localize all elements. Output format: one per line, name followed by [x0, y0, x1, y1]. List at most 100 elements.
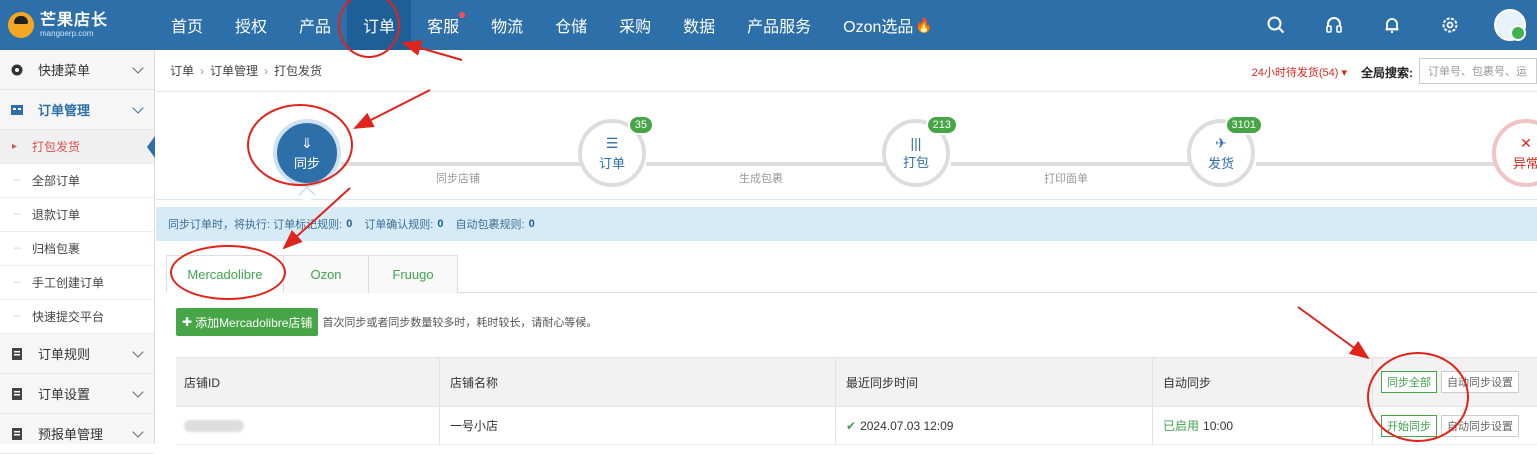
crumb-sep: › [264, 63, 269, 78]
crumb-orders[interactable]: 订单 [170, 62, 194, 79]
annotation-circle [170, 245, 286, 300]
user-avatar[interactable] [1479, 0, 1537, 50]
gear-icon[interactable] [1421, 0, 1479, 50]
nav-ozon-label: Ozon选品 [843, 19, 914, 36]
sync-tip: 首次同步或者同步数量较多时，耗时较长，请耐心等候。 [322, 317, 598, 329]
nav-warehouse[interactable]: 仓储 [539, 0, 603, 50]
sidebar-order-rules-label: 订单规则 [38, 347, 91, 362]
step-pack-label: 打包 [902, 155, 929, 170]
logo[interactable]: 芒果店长 mangoerp.com [0, 0, 155, 50]
col-last-sync: 最近同步时间 [835, 358, 1152, 406]
chevron-down-icon [132, 426, 144, 438]
bell-icon[interactable] [1363, 0, 1421, 50]
step-orders[interactable]: 35 ☰ 订单 [578, 115, 654, 187]
table-row: 一号小店 ✔ 2024.07.03 12:09 已启用 10:00 开始同步 自动同… [176, 407, 1537, 445]
flow-link-gen-package[interactable]: 生成包裹 [739, 170, 783, 186]
toolbar: ✚ 添加Mercadolibre店铺 首次同步或者同步数量较多时，耗时较长，请耐心… [176, 308, 597, 336]
chevron-down-icon [132, 346, 144, 358]
crumb-sep: › [200, 63, 205, 78]
avatar [1494, 9, 1526, 41]
nav-data[interactable]: 数据 [667, 0, 731, 50]
nav-service[interactable]: 客服 [411, 0, 475, 50]
order-icon [10, 103, 24, 117]
pending-text: 24小时待发货(54) [1251, 67, 1339, 79]
global-search-input[interactable]: 订单号、包裹号、运 [1419, 58, 1537, 84]
last-sync-cell: ✔ 2024.07.03 12:09 [835, 407, 1152, 444]
sidebar-item-archived[interactable]: 归档包裹 [0, 232, 154, 266]
sidebar-quick-menu[interactable]: 快捷菜单 [0, 50, 154, 90]
flame-icon: 🔥 [915, 16, 933, 33]
auto-sync-time: 10:00 [1203, 418, 1234, 433]
col-auto-sync: 自动同步 [1152, 358, 1372, 406]
sidebar-item-manual-create[interactable]: 手工创建订单 [0, 266, 154, 300]
barcode-icon: ||| [910, 135, 922, 151]
chevron-down-icon [132, 62, 144, 74]
nav-product-service[interactable]: 产品服务 [731, 0, 827, 50]
presale-icon [10, 427, 24, 441]
sidebar-presale[interactable]: 预报单管理 [0, 414, 154, 454]
step-orders-label: 订单 [598, 155, 625, 171]
nav-ozon-selection[interactable]: Ozon选品 🔥 [827, 0, 949, 50]
logo-icon [8, 12, 34, 38]
check-icon: ✔ [846, 418, 857, 433]
col-shop-id: 店铺ID [184, 375, 221, 390]
flow-link-print-label[interactable]: 打印面单 [1044, 170, 1088, 186]
notification-dot [459, 12, 466, 18]
sidebar: 快捷菜单 订单管理 打包发货 全部订单 退款订单 归档包裹 手工创建订单 快速提… [0, 50, 155, 454]
crumb-pack-ship: 打包发货 [274, 64, 323, 78]
sidebar-item-pack-ship[interactable]: 打包发货 [0, 130, 155, 164]
info-rule1-value: 0 [346, 218, 353, 230]
order-flow: 同步店铺 生成包裹 打印面单 ⇓ 同步 35 ☰ 订单 213 ||| 打包 3… [156, 92, 1537, 204]
nav-auth[interactable]: 授权 [219, 0, 283, 50]
search-icon[interactable] [1247, 0, 1305, 50]
add-shop-button[interactable]: ✚ 添加Mercadolibre店铺 [176, 308, 319, 336]
info-rule2[interactable]: 订单确认规则: [364, 216, 433, 232]
plus-icon: ✚ [182, 315, 193, 329]
global-search-label: 全局搜索: [1361, 66, 1413, 80]
plane-icon: ✈ [1215, 134, 1227, 151]
caret-up-icon [298, 186, 316, 204]
flow-line [1256, 162, 1496, 166]
step-ship[interactable]: 3101 ✈ 发货 [1187, 115, 1263, 187]
sync-info-bar: 同步订单时，将执行: 订单标记规则: 0 订单确认规则: 0 自动包裹规则: 0 [156, 207, 1537, 241]
sidebar-item-quick-submit[interactable]: 快速提交平台 [0, 300, 154, 334]
nav-home[interactable]: 首页 [155, 0, 219, 50]
pending-24h-link[interactable]: 24小时待发货(54) ▾ [1252, 64, 1347, 80]
nav-purchase[interactable]: 采购 [603, 0, 667, 50]
platform-tabs: Mercadolibre Ozon Fruugo [166, 255, 1537, 293]
info-rule3-value: 0 [528, 218, 535, 230]
headset-icon[interactable] [1305, 0, 1363, 50]
auto-sync-status: 已启用 [1163, 419, 1200, 433]
flow-link-sync-shops[interactable]: 同步店铺 [436, 170, 480, 186]
top-nav-bar: 芒果店长 mangoerp.com 首页 授权 产品 订单 客服 物流 仓储 采… [0, 0, 1537, 50]
sidebar-order-rules[interactable]: 订单规则 [0, 334, 154, 374]
sidebar-order-settings-label: 订单设置 [38, 387, 91, 402]
auto-sync-cell: 已启用 10:00 [1152, 407, 1372, 444]
step-ship-badge: 3101 [1224, 115, 1263, 135]
sidebar-order-mgmt[interactable]: 订单管理 [0, 90, 154, 130]
eye-off-icon: ✕ [1520, 134, 1532, 151]
list-icon: ☰ [605, 134, 619, 151]
nav-logistics[interactable]: 物流 [475, 0, 539, 50]
sidebar-item-all-orders[interactable]: 全部订单 [0, 164, 154, 198]
settings-icon [10, 63, 24, 77]
info-rule3[interactable]: 自动包裹规则: [456, 216, 525, 232]
step-pack-badge: 213 [925, 115, 958, 135]
settings-doc-icon [10, 387, 24, 401]
sidebar-item-refund-orders[interactable]: 退款订单 [0, 198, 154, 232]
step-pack[interactable]: 213 ||| 打包 [882, 115, 958, 187]
main-nav: 首页 授权 产品 订单 客服 物流 仓储 采购 数据 产品服务 Ozon选品 🔥 [155, 0, 949, 50]
sidebar-order-settings[interactable]: 订单设置 [0, 374, 154, 414]
step-exception[interactable]: ✕ 异常 [1492, 119, 1537, 187]
nav-service-label: 客服 [427, 19, 460, 36]
info-rule1[interactable]: 订单标记规则: [273, 216, 342, 232]
crumb-order-mgmt[interactable]: 订单管理 [210, 62, 258, 79]
tab-fruugo[interactable]: Fruugo [368, 255, 458, 293]
step-orders-badge: 35 [627, 115, 654, 135]
tab-ozon[interactable]: Ozon [283, 255, 369, 293]
top-icons [1247, 0, 1537, 50]
logo-en: mangoerp.com [40, 29, 94, 38]
annotation-circle [1367, 352, 1469, 442]
logo-text: 芒果店长 mangoerp.com [40, 12, 108, 38]
main-content: 订单 › 订单管理 › 打包发货 24小时待发货(54) ▾ 全局搜索: 订单号、包… [156, 50, 1537, 445]
